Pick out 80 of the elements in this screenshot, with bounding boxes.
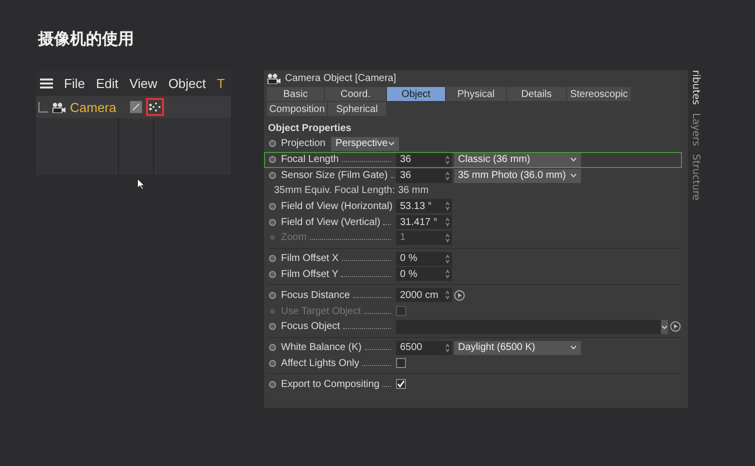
menu-item[interactable]: Edit [96,76,118,90]
keyframe-dot-icon[interactable] [269,323,276,330]
keyframe-dot-icon[interactable] [269,270,276,278]
number-field[interactable]: 0 % [396,252,452,266]
property-label: Projection [281,138,326,150]
camera-tag-icon[interactable] [146,98,164,116]
property-value: 36 mm [398,185,429,196]
property-label: 35mm Equiv. Focal Length: [274,185,395,196]
dropdown[interactable]: 35 mm Photo (36.0 mm) [454,168,581,182]
caret-icon [388,141,396,146]
tab[interactable]: Stereoscopic [567,87,631,101]
keyframe-dot-icon[interactable] [269,218,276,226]
keyframe-dot-icon[interactable] [269,172,276,179]
dropdown[interactable]: Daylight (6500 K) [454,340,581,355]
tab[interactable]: Composition [267,102,327,116]
spinner-icon[interactable] [445,342,450,353]
spinner-icon[interactable] [445,217,450,228]
tab[interactable]: Coord. [325,87,386,101]
keyframe-dot-icon[interactable] [270,308,275,314]
side-tab[interactable]: ributes [688,70,701,105]
property-label: Film Offset X [281,253,339,264]
tab[interactable]: Spherical [328,102,386,116]
number-field[interactable]: 2000 cm [396,288,452,302]
property-label: Use Target Object [281,306,361,317]
property-label: Affect Lights Only [281,358,360,369]
tab[interactable]: Details [507,87,566,101]
tab[interactable]: Object [387,87,445,101]
caret-icon [570,345,577,350]
menu-icon[interactable] [40,78,53,88]
camera-icon [52,102,66,112]
spinner-icon[interactable] [445,254,450,264]
camera-icon [267,72,281,84]
caret-icon [570,173,577,178]
keyframe-dot-icon[interactable] [269,202,276,210]
keyframe-dot-icon[interactable] [269,380,276,388]
keyframe-dot-icon[interactable] [269,360,276,367]
spinner-icon[interactable] [445,290,450,300]
dropdown[interactable]: Perspective [331,136,400,151]
spinner-icon[interactable] [445,201,450,212]
spinner-icon[interactable] [445,269,450,280]
panel-title: Camera Object [Camera] [285,72,396,84]
number-field[interactable]: 53.13 ° [396,199,452,214]
keyframe-dot-icon[interactable] [269,140,276,148]
caret-icon[interactable] [661,320,668,334]
keyframe-dot-icon[interactable] [269,344,276,352]
tab[interactable]: Physical [446,87,506,101]
spinner-icon[interactable] [445,170,450,180]
keyframe-dot-icon[interactable] [269,292,276,299]
number-field[interactable]: 31.417 ° [396,215,452,230]
checkbox[interactable] [396,358,406,368]
property-label: Film Offset Y [281,268,338,280]
menu-item[interactable]: T [216,76,225,90]
number-field[interactable]: 6500 [396,340,452,355]
property-label: White Balance (K) [281,342,362,354]
tree-line-icon [38,102,48,112]
section-heading: Object Properties [267,122,352,136]
tag-icon[interactable] [130,101,142,113]
menu-item[interactable]: Object [168,76,206,90]
property-label: Export to Compositing [281,378,380,390]
tab[interactable]: Basic [267,87,324,101]
property-label: Zoom [281,232,307,244]
page-title: 摄像机的使用 [38,29,134,50]
target-picker-icon[interactable] [454,290,465,301]
number-field[interactable]: 0 % [396,267,452,282]
number-field[interactable]: 36 [396,168,452,182]
target-picker-icon[interactable] [670,321,681,332]
property-label: Field of View (Horizontal) [281,200,393,212]
property-label: Sensor Size (Film Gate) [281,170,388,181]
link-field[interactable] [396,320,662,334]
property-label: Field of View (Vertical) [281,216,380,228]
checkbox[interactable] [396,379,406,390]
side-tab[interactable]: Layers [688,112,701,146]
mouse-cursor-icon [137,178,145,190]
menu-item[interactable]: View [129,76,158,90]
property-label: Focus Distance [281,290,350,301]
keyframe-dot-icon[interactable] [269,255,276,262]
property-label: Focus Object [281,321,340,332]
side-tab[interactable]: Structure [688,154,701,200]
object-name[interactable]: Camera [70,100,116,114]
menu-item[interactable]: File [64,76,85,90]
